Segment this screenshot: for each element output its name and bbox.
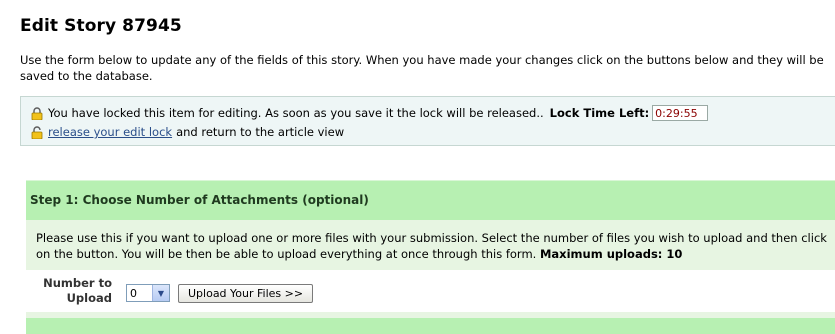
step1-header: Step 1: Choose Number of Attachments (op… xyxy=(26,180,835,221)
unlock-icon xyxy=(31,125,43,139)
lock-time-left-label: Lock Time Left: xyxy=(549,106,650,120)
release-lock-suffix: and return to the article view xyxy=(176,125,345,139)
upload-count-row: Number to Upload 0 ▼ Upload Your Files >… xyxy=(26,270,835,312)
page-title: Edit Story 87945 xyxy=(20,16,182,36)
release-lock-row: release your edit lock and return to the… xyxy=(31,124,344,140)
lock-time-left-field[interactable] xyxy=(652,105,709,121)
upload-count-select[interactable]: 0 ▼ xyxy=(126,284,170,302)
max-uploads-note: Maximum uploads: 10 xyxy=(539,247,683,261)
step1-description: Please use this if you want to upload on… xyxy=(36,230,835,262)
number-to-upload-label: Number to Upload xyxy=(36,276,112,306)
step1-title: Step 1: Choose Number of Attachments (op… xyxy=(30,193,369,207)
step1-body: Please use this if you want to upload on… xyxy=(26,220,835,318)
number-to-upload-label-line2: Upload xyxy=(66,291,112,305)
lock-status-row: You have locked this item for editing. A… xyxy=(31,104,709,122)
release-edit-lock-link[interactable]: release your edit lock xyxy=(48,124,172,140)
step2-header-partial xyxy=(26,318,835,334)
chevron-down-icon[interactable]: ▼ xyxy=(152,285,169,301)
lock-notice-box: You have locked this item for editing. A… xyxy=(20,96,835,146)
upload-count-value: 0 xyxy=(130,286,137,300)
upload-files-button[interactable]: Upload Your Files >> xyxy=(178,284,314,303)
number-to-upload-label-line1: Number to xyxy=(43,276,112,290)
intro-text: Use the form below to update any of the … xyxy=(20,53,824,83)
step1-description-text: Please use this if you want to upload on… xyxy=(36,231,827,261)
lock-icon xyxy=(31,106,43,120)
lock-message: You have locked this item for editing. A… xyxy=(48,106,544,120)
